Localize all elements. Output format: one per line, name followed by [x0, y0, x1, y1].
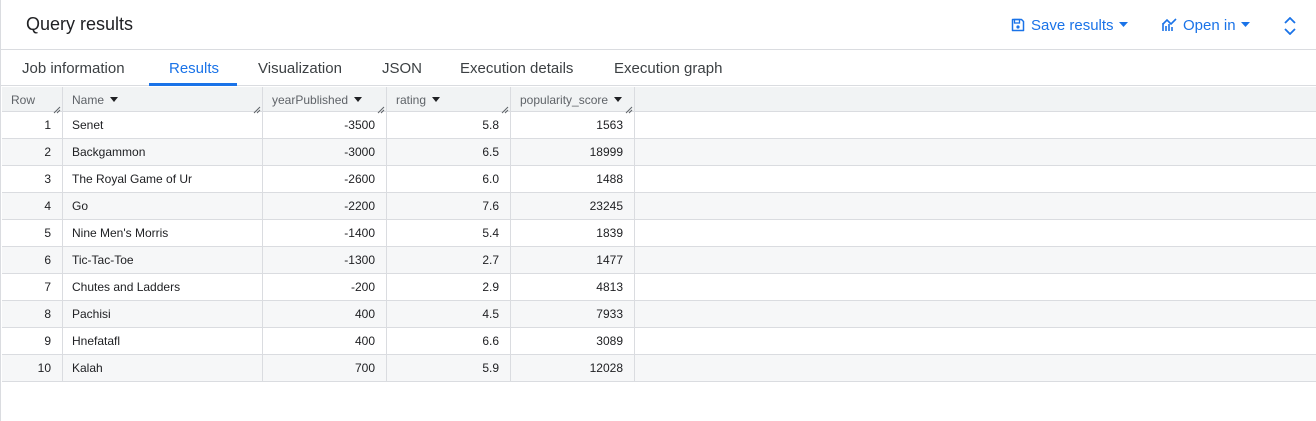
row-number: 9 — [2, 328, 63, 354]
cell-year-published[interactable]: -1400 — [263, 220, 387, 246]
cell-name[interactable]: Hnefatafl — [63, 328, 263, 354]
cell-name[interactable]: Kalah — [63, 355, 263, 381]
column-header-name[interactable]: Name — [63, 87, 263, 114]
save-results-button[interactable]: Save results — [1011, 15, 1128, 35]
table-row: 8 Pachisi 400 4.5 7933 — [2, 301, 1316, 328]
column-resize-handle[interactable] — [377, 103, 385, 114]
cell-year-published[interactable]: 400 — [263, 328, 387, 354]
cell-name[interactable]: Backgammon — [63, 139, 263, 165]
cell-popularity-score[interactable]: 12028 — [511, 355, 635, 381]
cell-name[interactable]: The Royal Game of Ur — [63, 166, 263, 192]
cell-popularity-score[interactable]: 7933 — [511, 301, 635, 327]
tab-execution-graph[interactable]: Execution graph — [614, 60, 722, 77]
cell-rating[interactable]: 5.8 — [387, 112, 511, 138]
results-tabs: Job information Results Visualization JS… — [1, 51, 1316, 86]
cell-year-published[interactable]: 400 — [263, 301, 387, 327]
cell-name[interactable]: Senet — [63, 112, 263, 138]
cell-popularity-score[interactable]: 1563 — [511, 112, 635, 138]
column-resize-handle[interactable] — [501, 103, 509, 114]
table-row: 7 Chutes and Ladders -200 2.9 4813 — [2, 274, 1316, 301]
cell-rating[interactable]: 4.5 — [387, 301, 511, 327]
sort-dropdown-icon[interactable] — [354, 97, 363, 102]
table-row: 3 The Royal Game of Ur -2600 6.0 1488 — [2, 166, 1316, 193]
cell-name[interactable]: Go — [63, 193, 263, 219]
column-header-rating[interactable]: rating — [387, 87, 511, 114]
open-in-label: Open in — [1183, 16, 1236, 34]
column-resize-handle[interactable] — [53, 103, 61, 114]
tab-visualization[interactable]: Visualization — [258, 60, 342, 77]
tab-results[interactable]: Results — [169, 60, 219, 77]
active-tab-indicator — [149, 83, 237, 86]
table-row: 1 Senet -3500 5.8 1563 — [2, 112, 1316, 139]
column-header-popularity-score[interactable]: popularity_score — [511, 87, 635, 114]
cell-popularity-score[interactable]: 1488 — [511, 166, 635, 192]
unfold-icon — [1283, 17, 1297, 35]
page-title: Query results — [26, 14, 134, 34]
row-number: 6 — [2, 247, 63, 273]
row-number: 1 — [2, 112, 63, 138]
sort-dropdown-icon[interactable] — [614, 97, 623, 102]
cell-name[interactable]: Pachisi — [63, 301, 263, 327]
tab-json[interactable]: JSON — [382, 60, 422, 77]
cell-year-published[interactable]: -200 — [263, 274, 387, 300]
cell-popularity-score[interactable]: 23245 — [511, 193, 635, 219]
cell-popularity-score[interactable]: 1477 — [511, 247, 635, 273]
row-number: 10 — [2, 355, 63, 381]
chevron-down-icon — [1240, 22, 1250, 28]
cell-popularity-score[interactable]: 18999 — [511, 139, 635, 165]
cell-year-published[interactable]: 700 — [263, 355, 387, 381]
open-in-button[interactable]: Open in — [1162, 15, 1250, 35]
column-resize-handle[interactable] — [625, 103, 633, 114]
sort-dropdown-icon[interactable] — [432, 97, 441, 102]
tab-job-information[interactable]: Job information — [22, 60, 125, 77]
row-number: 7 — [2, 274, 63, 300]
column-header-year-published[interactable]: yearPublished — [263, 87, 387, 114]
cell-rating[interactable]: 6.5 — [387, 139, 511, 165]
expand-collapse-button[interactable] — [1283, 16, 1297, 36]
cell-rating[interactable]: 5.4 — [387, 220, 511, 246]
cell-year-published[interactable]: -2600 — [263, 166, 387, 192]
cell-rating[interactable]: 2.7 — [387, 247, 511, 273]
row-number: 8 — [2, 301, 63, 327]
sort-dropdown-icon[interactable] — [110, 97, 119, 102]
row-number: 5 — [2, 220, 63, 246]
cell-rating[interactable]: 2.9 — [387, 274, 511, 300]
row-number: 2 — [2, 139, 63, 165]
table-row: 2 Backgammon -3000 6.5 18999 — [2, 139, 1316, 166]
cell-popularity-score[interactable]: 1839 — [511, 220, 635, 246]
column-header-row: Row — [2, 87, 63, 114]
cell-year-published[interactable]: -3000 — [263, 139, 387, 165]
cell-year-published[interactable]: -1300 — [263, 247, 387, 273]
cell-name[interactable]: Tic-Tac-Toe — [63, 247, 263, 273]
tab-execution-details[interactable]: Execution details — [460, 60, 573, 77]
row-number: 4 — [2, 193, 63, 219]
save-results-label: Save results — [1031, 16, 1114, 34]
table-row: 10 Kalah 700 5.9 12028 — [2, 355, 1316, 382]
cell-name[interactable]: Nine Men's Morris — [63, 220, 263, 246]
save-icon — [1011, 18, 1025, 32]
table-row: 5 Nine Men's Morris -1400 5.4 1839 — [2, 220, 1316, 247]
table-row: 6 Tic-Tac-Toe -1300 2.7 1477 — [2, 247, 1316, 274]
cell-popularity-score[interactable]: 3089 — [511, 328, 635, 354]
cell-rating[interactable]: 6.0 — [387, 166, 511, 192]
query-results-panel: Query results Save results Open in Job i… — [0, 0, 1316, 421]
chart-icon — [1162, 18, 1177, 32]
row-number: 3 — [2, 166, 63, 192]
cell-name[interactable]: Chutes and Ladders — [63, 274, 263, 300]
results-header: Query results Save results Open in — [1, 0, 1316, 50]
cell-year-published[interactable]: -2200 — [263, 193, 387, 219]
table-row: 9 Hnefatafl 400 6.6 3089 — [2, 328, 1316, 355]
chevron-down-icon — [1118, 22, 1128, 28]
cell-rating[interactable]: 6.6 — [387, 328, 511, 354]
cell-rating[interactable]: 7.6 — [387, 193, 511, 219]
cell-popularity-score[interactable]: 4813 — [511, 274, 635, 300]
column-resize-handle[interactable] — [253, 103, 261, 114]
cell-year-published[interactable]: -3500 — [263, 112, 387, 138]
cell-rating[interactable]: 5.9 — [387, 355, 511, 381]
table-row: 4 Go -2200 7.6 23245 — [2, 193, 1316, 220]
table-header-row: Row Name yearPublished rating popularity… — [2, 87, 1316, 114]
